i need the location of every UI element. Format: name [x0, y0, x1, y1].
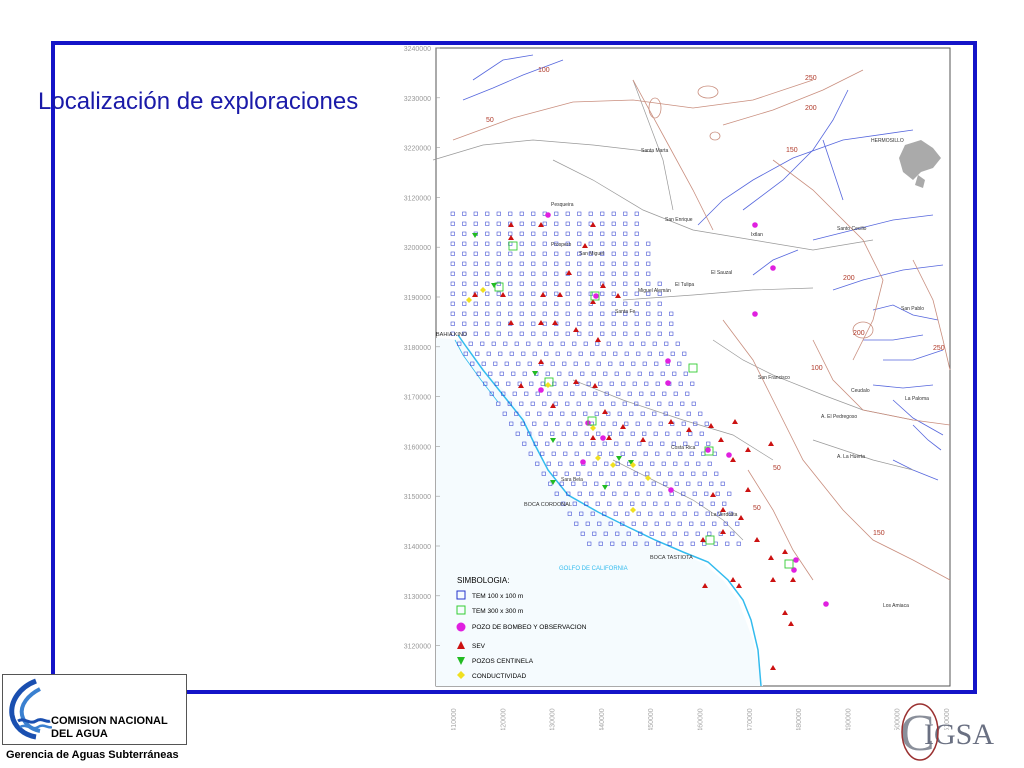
conagua-emblem-icon [9, 678, 52, 740]
place-label: Santa Fe [615, 309, 636, 315]
well-circle [538, 387, 544, 393]
well-circle [668, 487, 674, 493]
cigsa-logo: C IGSA [900, 703, 994, 762]
y-tick-label: 3180000 [404, 345, 431, 352]
x-tick-label: 410000 [451, 708, 458, 730]
y-tick-label: 3190000 [404, 295, 431, 302]
place-label: BOCA TASTIOTA [650, 555, 693, 561]
svg-text:200: 200 [843, 275, 855, 282]
org-name-line1: COMISION NACIONAL [51, 715, 168, 727]
place-label: Sara Bela [561, 477, 583, 483]
y-tick-label: 3220000 [404, 146, 431, 153]
y-tick-label: 3170000 [404, 395, 431, 402]
svg-text:200: 200 [853, 330, 865, 337]
y-tick-label: 3130000 [404, 594, 431, 601]
well-circle [823, 601, 829, 607]
place-label: El Sauzal [711, 270, 732, 276]
y-tick-label: 3160000 [404, 444, 431, 451]
x-tick-label: 470000 [747, 708, 754, 730]
x-axis-ticks: 410000 420000 430000 440000 450000 460000 4700… [451, 708, 951, 730]
well-circle [580, 459, 586, 465]
place-label: Pesqueira [551, 202, 574, 208]
svg-text:250: 250 [933, 345, 945, 352]
legend-pozo-symbol [456, 622, 466, 632]
y-tick-label: 3120000 [404, 644, 431, 651]
org-name-line2: DEL AGUA [51, 728, 108, 740]
x-tick-label: 450000 [648, 708, 655, 730]
place-label: Ixtlan [751, 232, 763, 238]
place-label: San Francisco [758, 375, 790, 381]
svg-text:50: 50 [753, 505, 761, 512]
place-label: San Enrique [665, 217, 693, 223]
well-circle [665, 380, 671, 386]
well-circle [726, 452, 732, 458]
cigsa-logo-letters: IGSA [924, 718, 994, 751]
legend-tem100-label: TEM 100 x 100 m [472, 593, 523, 600]
y-tick-label: 3240000 [404, 46, 431, 53]
svg-text:50: 50 [773, 465, 781, 472]
place-label: San Miguel [579, 251, 604, 257]
svg-text:100: 100 [538, 67, 550, 74]
x-tick-label: 420000 [500, 708, 507, 730]
place-label: BOCA CORDONAL [524, 502, 572, 508]
well-circle [705, 447, 711, 453]
svg-text:250: 250 [805, 75, 817, 82]
svg-text:150: 150 [873, 530, 885, 537]
place-label: Santa Marta [641, 148, 668, 154]
well-circle [600, 435, 606, 441]
place-label: HERMOSILLO [871, 138, 904, 144]
y-tick-label: 3200000 [404, 245, 431, 252]
x-tick-label: 460000 [698, 708, 705, 730]
slide-title: Localización de exploraciones [38, 88, 359, 115]
place-label: GOLFO DE CALIFORNIA [559, 566, 628, 572]
legend-sev-label: SEV [472, 643, 486, 650]
place-label: Costa Rica [671, 445, 696, 451]
x-tick-label: 490000 [845, 708, 852, 730]
footer-subtitle: Gerencia de Aguas Subterráneas [6, 749, 179, 761]
place-label: Los Amiaca [883, 603, 909, 609]
legend-pozo-label: POZO DE BOMBEO Y OBSERVACION [472, 624, 587, 631]
place-label: San Pablo [901, 306, 924, 312]
place-label: La Verdolita [711, 512, 738, 518]
y-tick-label: 3150000 [404, 494, 431, 501]
svg-text:100: 100 [811, 365, 823, 372]
svg-text:150: 150 [786, 147, 798, 154]
well-circle [770, 265, 776, 271]
legend-centinela-label: POZOS CENTINELA [472, 658, 534, 665]
place-label: El Tulipa [675, 282, 694, 288]
well-circle [593, 293, 599, 299]
x-tick-label: 480000 [796, 708, 803, 730]
legend-tem300-label: TEM 300 x 300 m [472, 608, 523, 615]
place-label: Miguel Alemán [638, 288, 671, 294]
x-tick-label: 440000 [599, 708, 606, 730]
legend-title: SIMBOLOGIA: [457, 576, 509, 585]
y-axis-ticks: 3240000 3230000 3220000 3120000 3200000 31900… [404, 46, 440, 651]
svg-text:200: 200 [805, 105, 817, 112]
place-label: A. El Pedregoso [821, 414, 857, 420]
y-tick-label: 3140000 [404, 544, 431, 551]
well-circle [665, 358, 671, 364]
exploration-map: 100 250 200 150 50 100 50 150 200 250 20… [404, 46, 951, 730]
svg-text:50: 50 [486, 117, 494, 124]
y-tick-label: 3230000 [404, 96, 431, 103]
place-label: Prospero [551, 242, 572, 248]
well-circle [545, 212, 551, 218]
place-label: Santo Cecilio [837, 226, 867, 232]
place-label: BAHIA KINO [436, 332, 468, 338]
place-label: Ceudalo [851, 388, 870, 394]
well-circle [752, 222, 758, 228]
conagua-logo-box: COMISION NACIONAL DEL AGUA [2, 674, 187, 745]
well-circle [752, 311, 758, 317]
place-label: La Paloma [905, 396, 929, 402]
legend-conductividad-label: CONDUCTIVIDAD [472, 673, 526, 680]
x-tick-label: 430000 [550, 708, 557, 730]
place-label: A. La Huerta [837, 454, 865, 460]
y-tick-label: 3120000 [404, 195, 431, 202]
well-circle [793, 557, 799, 563]
